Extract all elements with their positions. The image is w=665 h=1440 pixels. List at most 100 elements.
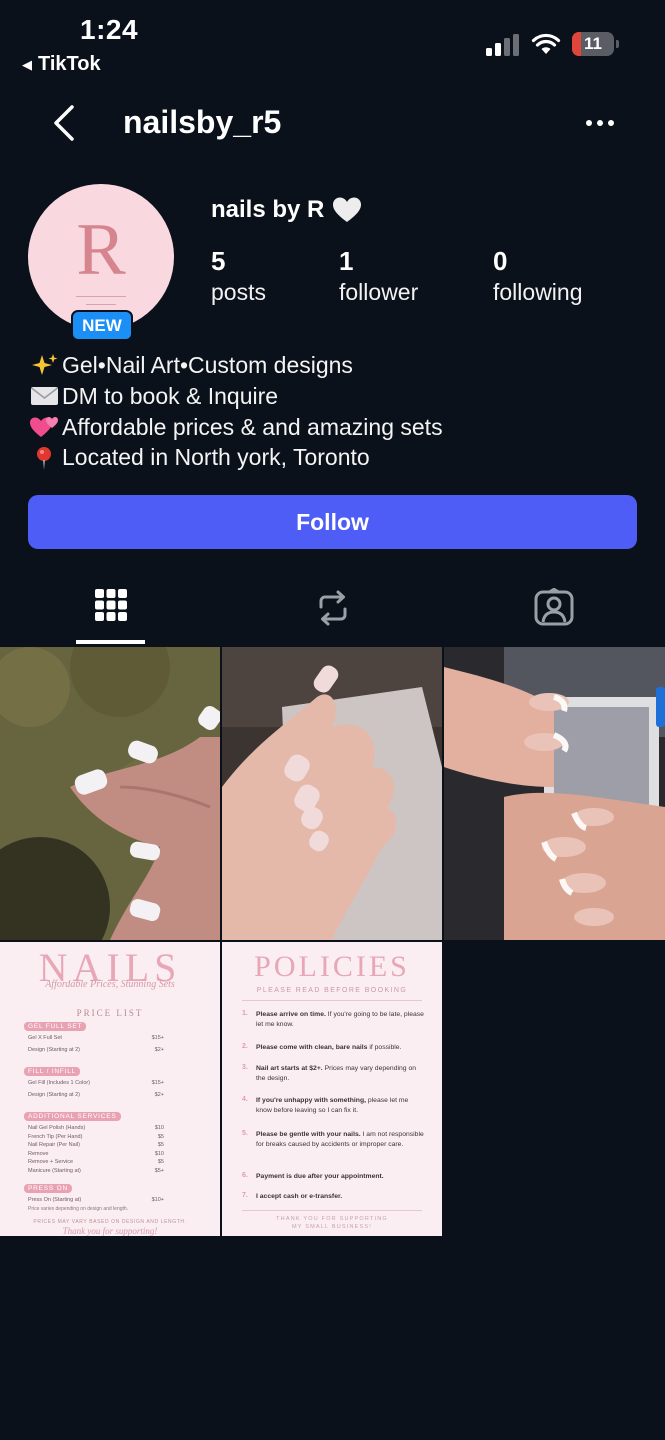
price-section-heading: PRESS ON — [24, 1184, 72, 1193]
press-on-note: Price varies depending on design and len… — [28, 1206, 129, 1212]
sparkles-icon — [32, 354, 58, 376]
cellular-signal-icon — [486, 34, 519, 56]
price-item-value: $5+ — [154, 1167, 164, 1174]
avatar[interactable]: R — [28, 184, 174, 330]
post-tile-4-price-list[interactable]: NAILS Affordable Prices, Stunning Sets P… — [0, 942, 220, 1236]
bio-text: Gel•Nail Art•Custom designs — [62, 352, 353, 378]
policy-text: Please come with clean, bare nails if po… — [256, 1043, 424, 1053]
price-item-name: Manicure (Starting at) — [28, 1167, 81, 1174]
post-tile-2[interactable] — [222, 647, 442, 940]
price-item-value: $10 — [154, 1125, 164, 1131]
price-row: French Tip (Per Hand) $5 — [28, 1134, 164, 1140]
policy-text-bold: Please come with clean, bare nails — [256, 1044, 368, 1051]
bio-line: DM to book & Inquire — [30, 381, 443, 412]
policies-divider — [242, 1210, 422, 1211]
price-item-name: French Tip (Per Hand) — [28, 1133, 83, 1140]
price-item-name: Remove — [28, 1150, 49, 1157]
price-item-value: $5 — [157, 1133, 164, 1140]
status-time: 1:24 — [80, 14, 139, 45]
price-section-heading: ADDITIONAL SERVICES — [24, 1112, 121, 1121]
tab-tagged[interactable] — [443, 578, 665, 644]
policies-footer-1: THANK YOU FOR SUPPORTING — [276, 1216, 388, 1222]
price-section-heading: FILL / INFILL — [24, 1067, 81, 1076]
policy-number: 2. — [242, 1043, 248, 1050]
policy-text-bold: I accept cash or e-transfer. — [256, 1193, 343, 1200]
policy-text: Please arrive on time. If you're going t… — [256, 1010, 424, 1030]
policy-text: Please be gentle with your nails. I am n… — [256, 1130, 424, 1150]
bio-line: Affordable prices & and amazing sets — [30, 412, 443, 443]
price-item-name: Press On (Starting at) — [28, 1197, 82, 1203]
policy-number: 5. — [242, 1130, 248, 1137]
page-title-username: nailsby_r5 — [123, 104, 282, 140]
price-section-heading: GEL FULL SET — [24, 1022, 87, 1031]
price-row: Manicure (Starting at) $5+ — [28, 1168, 164, 1174]
price-item-value: $5 — [157, 1142, 164, 1148]
price-list-subtitle: Affordable Prices, Stunning Sets — [45, 979, 175, 990]
price-item-name: Nail Gel Polish (Hands) — [28, 1125, 86, 1131]
battery-level: 11 — [584, 34, 602, 53]
policy-number: 3. — [242, 1064, 248, 1071]
avatar-letter: R — [76, 209, 126, 291]
stat-posts[interactable]: 5 posts — [211, 246, 266, 308]
policies-divider — [242, 1000, 422, 1001]
price-item-value: $2+ — [154, 1092, 164, 1098]
grid-icon — [95, 589, 127, 621]
bio-text: Located in North york, Toronto — [62, 444, 370, 471]
repost-icon — [319, 590, 347, 626]
post-tile-1[interactable] — [0, 647, 220, 940]
price-item-value: $15+ — [151, 1035, 164, 1041]
white-heart-icon — [333, 197, 362, 222]
stat-label: posts — [211, 279, 266, 305]
price-row: Gel X Full Set $15+ — [28, 1035, 164, 1041]
price-item-value: $15+ — [151, 1080, 164, 1086]
stat-value: 5 — [211, 246, 226, 276]
tagged-icon — [534, 588, 574, 626]
price-list-thanks: Thank you for supporting! — [62, 1226, 158, 1236]
follow-button[interactable]: Follow — [28, 495, 637, 549]
stat-label: following — [493, 279, 583, 305]
bio-line: Gel•Nail Art•Custom designs — [30, 350, 443, 381]
price-item-value: $5 — [157, 1159, 164, 1165]
envelope-icon — [31, 387, 58, 406]
policies-title: POLICIES — [254, 950, 410, 983]
tab-reposts[interactable] — [222, 578, 444, 644]
price-list-heading: PRICE LIST — [76, 1008, 144, 1018]
new-badge: NEW — [71, 310, 133, 341]
more-options-icon[interactable] — [585, 112, 615, 134]
price-item-value: $10+ — [151, 1197, 164, 1203]
display-name-row: nails by R — [211, 196, 362, 224]
battery-icon: 11 — [572, 32, 620, 56]
tab-posts-grid[interactable] — [0, 578, 222, 644]
back-app-label: TikTok — [38, 53, 101, 75]
post-image-french-tip-nails — [444, 647, 665, 940]
price-row: Press On (Starting at) $10+ — [28, 1197, 164, 1203]
post-tile-3[interactable] — [444, 647, 665, 940]
policies-subtitle: PLEASE READ BEFORE BOOKING — [256, 987, 408, 994]
post-image-pink-nails-towel — [222, 647, 442, 940]
policy-text: If you're unhappy with something, please… — [256, 1096, 424, 1116]
bio-text: DM to book & Inquire — [62, 382, 279, 409]
bio: Gel•Nail Art•Custom designs DM to book &… — [30, 350, 443, 473]
price-item-name: Gel Fill (Includes 1 Color) — [28, 1080, 91, 1086]
back-to-app-link[interactable]: ◀ TikTok — [22, 53, 101, 76]
back-chevron-icon[interactable] — [50, 103, 80, 143]
display-name: nails by R — [211, 196, 325, 223]
price-item-value: $10 — [154, 1150, 164, 1157]
price-row: Nail Gel Polish (Hands) $10 — [28, 1125, 164, 1131]
policy-text-bold: Please arrive on time. — [256, 1011, 326, 1018]
avatar-decor-line — [76, 296, 126, 297]
policy-number: 6. — [242, 1172, 248, 1179]
policy-text: Nail art starts at $2+. Prices may vary … — [256, 1064, 424, 1084]
price-row: Design (Starting at 2) $2+ — [28, 1092, 164, 1098]
price-list-footer: PRICES MAY VARY BASED ON DESIGN AND LENG… — [33, 1219, 187, 1225]
post-tile-5-policies[interactable]: POLICIES PLEASE READ BEFORE BOOKING 1. Pl… — [222, 942, 442, 1236]
active-tab-indicator — [76, 640, 145, 644]
stat-value: 1 — [339, 246, 354, 276]
price-item-value: $2+ — [154, 1047, 164, 1053]
stat-following[interactable]: 0 following — [493, 246, 583, 308]
stat-followers[interactable]: 1 follower — [339, 246, 418, 308]
price-row: Design (Starting at 2) $2+ — [28, 1047, 164, 1053]
policy-text-bold: Payment is due after your appointment. — [256, 1173, 384, 1180]
two-hearts-icon — [30, 416, 58, 437]
policy-number: 1. — [242, 1010, 248, 1017]
